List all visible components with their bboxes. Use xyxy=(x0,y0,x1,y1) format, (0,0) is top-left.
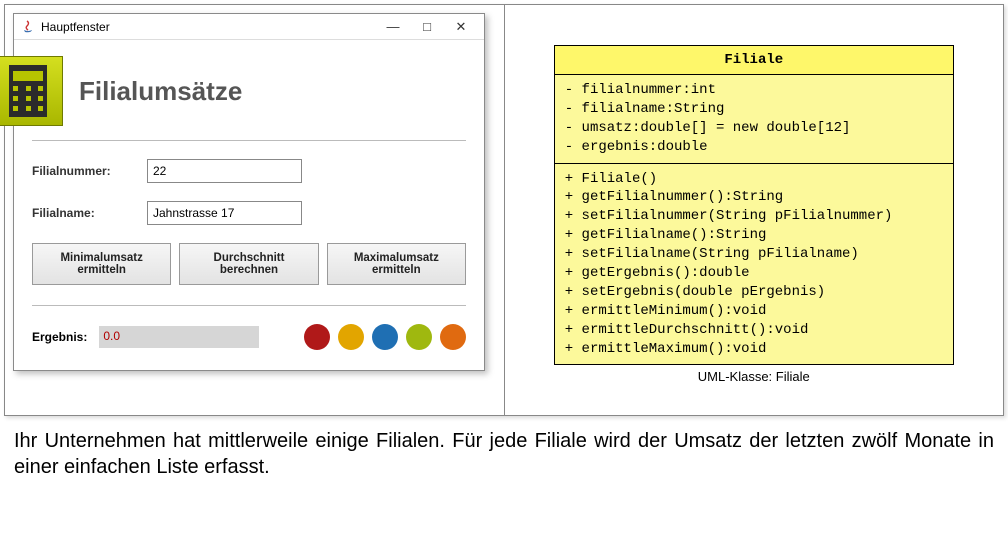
body-text: Ihr Unternehmen hat mittlerweile einige … xyxy=(0,420,1008,480)
divider xyxy=(32,140,466,141)
ergebnis-output: 0.0 xyxy=(99,326,259,348)
maximize-button[interactable]: □ xyxy=(410,14,444,39)
minimize-button[interactable]: — xyxy=(376,14,410,39)
ergebnis-label: Ergebnis: xyxy=(32,330,87,344)
app-title: Filialumsätze xyxy=(79,76,242,107)
color-dot xyxy=(406,324,432,350)
filialname-label: Filialname: xyxy=(32,206,147,220)
uml-class-name: Filiale xyxy=(555,46,953,75)
color-dots xyxy=(304,324,466,350)
color-dot xyxy=(338,324,364,350)
uml-attributes: - filialnummer:int - filialname:String -… xyxy=(555,75,953,164)
close-button[interactable]: ✕ xyxy=(444,14,478,39)
color-dot xyxy=(372,324,398,350)
color-dot xyxy=(304,324,330,350)
uml-class-box: Filiale - filialnummer:int - filialname:… xyxy=(554,45,954,365)
color-dot xyxy=(440,324,466,350)
uml-caption: UML-Klasse: Filiale xyxy=(698,369,810,384)
uml-methods: + Filiale() + getFilialnummer():String +… xyxy=(555,164,953,365)
java-window: Hauptfenster — □ ✕ xyxy=(13,13,485,371)
avg-button[interactable]: Durchschnitt berechnen xyxy=(179,243,318,285)
filialnummer-input[interactable] xyxy=(147,159,302,183)
filialnummer-label: Filialnummer: xyxy=(32,164,147,178)
window-titlebar: Hauptfenster — □ ✕ xyxy=(14,14,484,40)
min-button[interactable]: Minimalumsatz ermitteln xyxy=(32,243,171,285)
divider xyxy=(32,305,466,306)
java-app-icon xyxy=(20,19,36,35)
window-title: Hauptfenster xyxy=(41,20,110,34)
filialname-input[interactable] xyxy=(147,201,302,225)
max-button[interactable]: Maximalumsatz ermitteln xyxy=(327,243,466,285)
calculator-icon xyxy=(0,56,63,126)
